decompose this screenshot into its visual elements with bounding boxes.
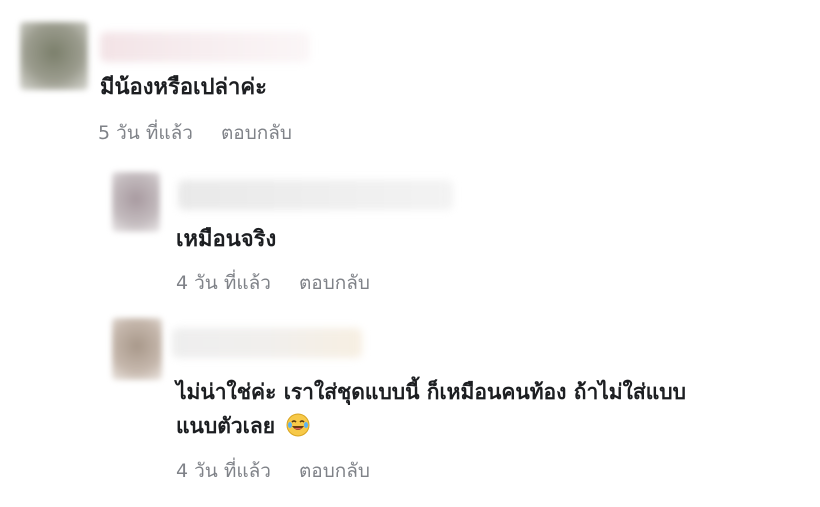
comment-text-line-2-text: แนบตัวเลย <box>176 414 276 438</box>
comment-3: ไม่น่าใช่ค่ะ เราใส่ชุดแบบนี้ ก็เหมือนคนท… <box>112 318 812 498</box>
avatar[interactable] <box>20 22 88 90</box>
avatar[interactable] <box>112 318 162 380</box>
comment-time[interactable]: 4 วัน ที่แล้ว <box>176 272 271 294</box>
commenter-name-blurred[interactable] <box>172 328 362 358</box>
avatar[interactable] <box>112 172 160 232</box>
comment-time[interactable]: 5 วัน ที่แล้ว <box>98 122 193 144</box>
comment-text-line-2: แนบตัวเลย <box>176 408 310 444</box>
comment-2: เหมือนจริง 4 วัน ที่แล้ว ตอบกลับ <box>112 172 802 302</box>
comment-text-line-1: ไม่น่าใช่ค่ะ เราใส่ชุดแบบนี้ ก็เหมือนคนท… <box>176 380 686 404</box>
reply-link[interactable]: ตอบกลับ <box>299 460 370 482</box>
comment-1: มีน้องหรือเปล่าค่ะ 5 วัน ที่แล้ว ตอบกลับ <box>20 22 800 152</box>
comment-text: มีน้องหรือเปล่าค่ะ <box>100 75 267 100</box>
laughing-crying-emoji-icon <box>286 412 310 437</box>
reply-link[interactable]: ตอบกลับ <box>299 272 370 294</box>
commenter-name-blurred[interactable] <box>178 180 453 210</box>
commenter-name-blurred[interactable] <box>100 32 310 62</box>
comment-meta: 4 วัน ที่แล้ว ตอบกลับ <box>176 268 370 298</box>
comment-meta: 5 วัน ที่แล้ว ตอบกลับ <box>98 118 292 148</box>
comment-text: เหมือนจริง <box>176 227 277 252</box>
comment-meta: 4 วัน ที่แล้ว ตอบกลับ <box>176 456 370 486</box>
comment-time[interactable]: 4 วัน ที่แล้ว <box>176 460 271 482</box>
reply-link[interactable]: ตอบกลับ <box>221 122 292 144</box>
